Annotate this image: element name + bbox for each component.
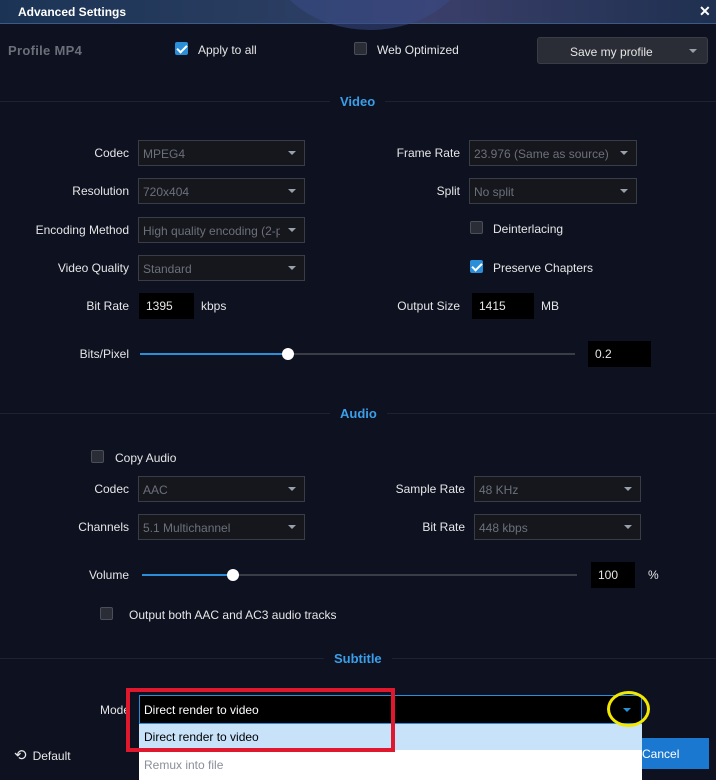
chevron-down-icon: [288, 487, 296, 491]
codec-label: Codec: [94, 146, 129, 160]
video-codec-select[interactable]: MPEG4: [138, 140, 305, 166]
both-tracks-checkbox[interactable]: [100, 607, 114, 621]
resolution-label: Resolution: [72, 184, 129, 198]
bits-pixel-input[interactable]: 0.2: [588, 341, 651, 367]
channels-select[interactable]: 5.1 Multichannel: [138, 514, 305, 540]
deinterlacing-checkbox[interactable]: [470, 221, 484, 235]
default-label: Default: [32, 749, 71, 763]
slider-fill: [140, 353, 288, 355]
copy-audio-label: Copy Audio: [115, 451, 177, 465]
resolution-select[interactable]: 720x404: [138, 178, 305, 204]
frame-rate-value: 23.976 (Same as source): [474, 147, 609, 161]
video-bit-rate-unit: kbps: [201, 299, 227, 313]
bits-pixel-slider[interactable]: [140, 347, 575, 361]
section-audio-title: Audio: [330, 406, 387, 421]
video-bit-rate-label: Bit Rate: [86, 299, 129, 313]
dropdown-option-remux[interactable]: Remux into file: [139, 752, 642, 778]
copy-audio-checkbox[interactable]: [91, 450, 105, 464]
chevron-down-icon: [620, 189, 628, 193]
slider-thumb[interactable]: [227, 569, 239, 581]
slider-thumb[interactable]: [282, 348, 294, 360]
video-quality-value: Standard: [143, 262, 192, 276]
audio-bit-rate-label: Bit Rate: [422, 520, 465, 534]
checkbox-box: [354, 42, 367, 55]
deinterlacing-label: Deinterlacing: [493, 222, 564, 236]
apply-all-label: Apply to all: [198, 43, 257, 57]
close-icon[interactable]: ✕: [699, 3, 711, 20]
undo-icon: ⟲: [14, 747, 27, 764]
bits-pixel-label: Bits/Pixel: [79, 347, 129, 361]
output-size-label: Output Size: [397, 299, 460, 313]
output-size-input[interactable]: 1415: [472, 293, 534, 319]
split-label: Split: [436, 184, 460, 198]
split-value: No split: [474, 185, 515, 199]
audio-codec-select[interactable]: AAC: [138, 476, 305, 502]
apply-all-checkbox[interactable]: [175, 42, 189, 56]
checkbox-box: [100, 607, 113, 620]
channels-value: 5.1 Multichannel: [143, 521, 231, 535]
chevron-down-icon: [288, 151, 296, 155]
chevron-down-icon: [288, 189, 296, 193]
audio-codec-value: AAC: [143, 483, 168, 497]
audio-bit-rate-value: 448 kbps: [479, 521, 528, 535]
window-title: Advanced Settings: [18, 5, 127, 19]
checkbox-box: [91, 450, 104, 463]
volume-label: Volume: [88, 568, 129, 582]
split-select[interactable]: No split: [469, 178, 637, 204]
output-size-unit: MB: [541, 299, 559, 313]
chevron-down-icon: [624, 525, 632, 529]
video-codec-value: MPEG4: [143, 147, 186, 161]
check-icon: [175, 42, 188, 55]
web-optimized-label: Web Optimized: [377, 43, 459, 57]
preserve-chapters-checkbox[interactable]: [470, 260, 484, 274]
preserve-chapters-label: Preserve Chapters: [493, 261, 594, 275]
video-bit-rate-input[interactable]: 1395: [139, 293, 194, 319]
web-optimized-checkbox[interactable]: [354, 42, 368, 56]
chevron-down-icon: [620, 151, 628, 155]
chevron-down-icon: [689, 49, 697, 53]
volume-slider[interactable]: [142, 568, 577, 582]
both-tracks-label: Output both AAC and AC3 audio tracks: [129, 608, 337, 622]
volume-unit: %: [648, 568, 659, 582]
channels-label: Channels: [78, 520, 129, 534]
resolution-value: 720x404: [143, 185, 190, 199]
yellow-highlight-circle: [607, 691, 650, 727]
frame-rate-label: Frame Rate: [396, 146, 460, 160]
encoding-method-label: Encoding Method: [35, 223, 129, 237]
sample-rate-value: 48 KHz: [479, 483, 519, 497]
save-profile-label: Save my profile: [570, 45, 653, 59]
section-video-title: Video: [330, 94, 386, 109]
encoding-method-value: High quality encoding (2-p: [143, 224, 280, 238]
audio-codec-label: Codec: [94, 482, 129, 496]
sample-rate-label: Sample Rate: [395, 482, 465, 496]
cancel-button[interactable]: Cancel: [632, 738, 709, 769]
chevron-down-icon: [288, 228, 296, 232]
checkbox-box: [470, 221, 483, 234]
video-quality-select[interactable]: Standard: [138, 255, 305, 281]
sample-rate-select[interactable]: 48 KHz: [474, 476, 641, 502]
frame-rate-select[interactable]: 23.976 (Same as source): [469, 140, 637, 166]
slider-fill: [142, 574, 233, 576]
cancel-label: Cancel: [642, 747, 680, 761]
video-quality-label: Video Quality: [57, 261, 129, 275]
volume-input[interactable]: 100: [591, 562, 635, 588]
save-profile-button[interactable]: Save my profile: [537, 37, 708, 64]
section-subtitle-title: Subtitle: [324, 651, 392, 666]
chevron-down-icon: [288, 266, 296, 270]
profile-label: Profile MP4: [8, 43, 83, 58]
default-button[interactable]: ⟲ Default: [14, 746, 71, 764]
audio-bit-rate-select[interactable]: 448 kbps: [474, 514, 641, 540]
red-highlight-box: [126, 688, 395, 752]
chevron-down-icon: [288, 525, 296, 529]
chevron-down-icon: [624, 487, 632, 491]
check-icon: [470, 260, 483, 273]
encoding-method-select[interactable]: High quality encoding (2-p: [138, 217, 305, 243]
